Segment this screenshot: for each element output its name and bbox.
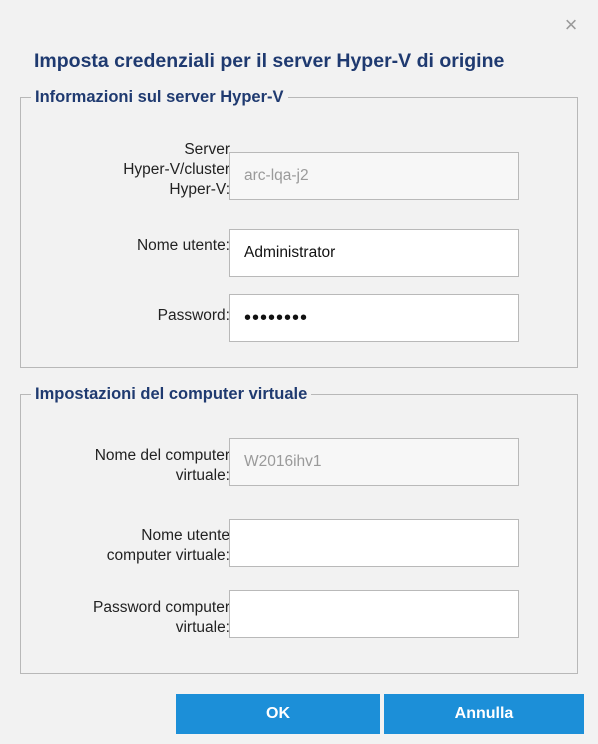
username-input[interactable] [229,229,519,277]
section-legend-server: Informazioni sul server Hyper-V [35,88,284,106]
section-legend-vm: Impostazioni del computer virtuale [35,385,308,403]
username-label: Nome utente: [136,237,230,254]
server-label: Server Hyper-V/cluster Hyper-V: [123,141,230,198]
close-icon[interactable]: × [560,14,582,36]
vm-username-input[interactable] [229,519,519,567]
cancel-button[interactable]: Annulla [384,694,584,734]
dialog-title: Imposta credenziali per il server Hyper-… [34,50,505,72]
password-label: Password: [157,307,230,324]
server-input[interactable] [229,152,519,200]
credentials-dialog: × Imposta credenziali per il server Hype… [0,0,598,744]
ok-button[interactable]: OK [176,694,380,734]
vm-password-input[interactable] [229,590,519,638]
vm-username-label: Nome utente computer virtuale: [106,527,230,564]
vm-name-input[interactable] [229,438,519,486]
vm-name-label: Nome del computer virtuale: [94,447,230,484]
vm-password-label: Password computer virtuale: [93,599,230,636]
password-input[interactable] [229,294,519,342]
